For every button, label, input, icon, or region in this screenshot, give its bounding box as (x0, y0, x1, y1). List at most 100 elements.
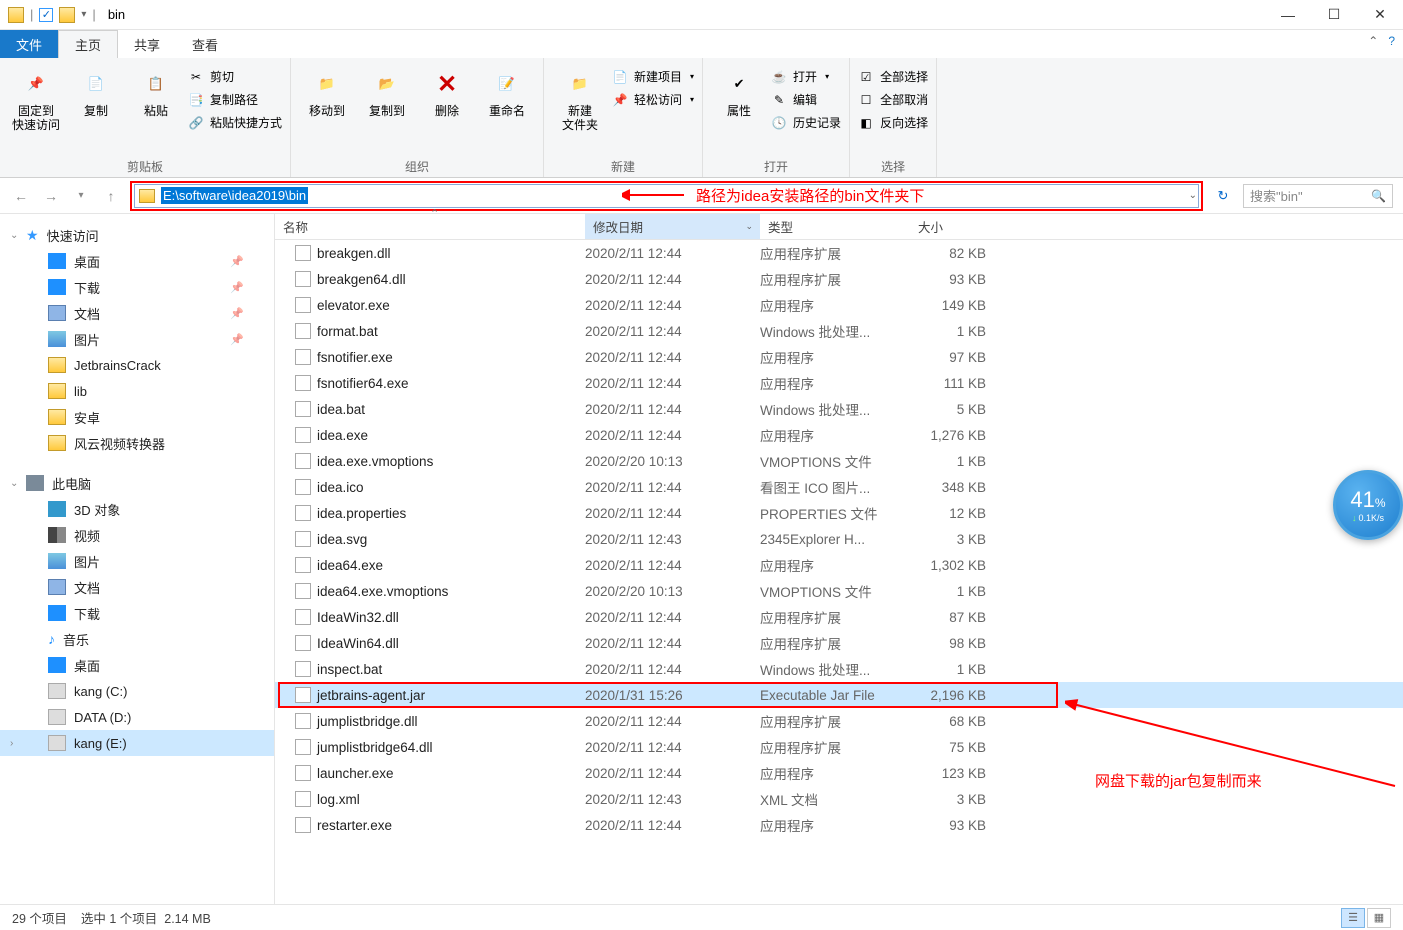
file-row[interactable]: breakgen64.dll2020/2/11 12:44应用程序扩展93 KB (275, 266, 1403, 292)
file-row[interactable]: jetbrains-agent.jar2020/1/31 15:26Execut… (275, 682, 1403, 708)
file-icon (295, 635, 311, 651)
file-row[interactable]: idea64.exe2020/2/11 12:44应用程序1,302 KB (275, 552, 1403, 578)
file-row[interactable]: breakgen.dll2020/2/11 12:44应用程序扩展82 KB (275, 240, 1403, 266)
select-all-button[interactable]: ☑全部选择 (858, 68, 928, 85)
sidebar-pictures2[interactable]: 图片 (0, 548, 274, 574)
open-button[interactable]: ☕打开▾ (771, 68, 841, 85)
qat-folder-icon[interactable] (59, 7, 75, 23)
file-row[interactable]: idea.exe.vmoptions2020/2/20 10:13VMOPTIO… (275, 448, 1403, 474)
file-name: idea.ico (317, 480, 364, 495)
sidebar-downloads2[interactable]: 下载 (0, 600, 274, 626)
file-row[interactable]: idea64.exe.vmoptions2020/2/20 10:13VMOPT… (275, 578, 1403, 604)
sidebar-drive-d[interactable]: DATA (D:) (0, 704, 274, 730)
file-row[interactable]: idea.properties2020/2/11 12:44PROPERTIES… (275, 500, 1403, 526)
sidebar-music[interactable]: ♪音乐 (0, 626, 274, 652)
tab-share[interactable]: 共享 (118, 30, 176, 58)
help-icon[interactable]: ? (1388, 34, 1395, 48)
sidebar-documents2[interactable]: 文档 (0, 574, 274, 600)
properties-button[interactable]: ✔属性 (711, 62, 767, 118)
column-date[interactable]: 修改日期⌄ (585, 214, 760, 239)
file-row[interactable]: idea.exe2020/2/11 12:44应用程序1,276 KB (275, 422, 1403, 448)
file-row[interactable]: elevator.exe2020/2/11 12:44应用程序149 KB (275, 292, 1403, 318)
file-row[interactable]: inspect.bat2020/2/11 12:44Windows 批处理...… (275, 656, 1403, 682)
sidebar-quick-access[interactable]: ⌄★快速访问 (0, 222, 274, 248)
sidebar-3d-objects[interactable]: 3D 对象 (0, 496, 274, 522)
copy-to-button[interactable]: 📂复制到 (359, 62, 415, 118)
tab-view[interactable]: 查看 (176, 30, 234, 58)
history-button[interactable]: 🕓历史记录 (771, 114, 841, 131)
new-item-button[interactable]: 📄新建项目▾ (612, 68, 694, 85)
paste-button[interactable]: 📋 粘贴 (128, 62, 184, 118)
sidebar-desktop2[interactable]: 桌面 (0, 652, 274, 678)
move-to-button[interactable]: 📁移动到 (299, 62, 355, 118)
sidebar-fengyun[interactable]: 风云视频转换器 (0, 430, 274, 456)
invert-selection-button[interactable]: ◧反向选择 (858, 114, 928, 131)
file-row[interactable]: idea.svg2020/2/11 12:432345Explorer H...… (275, 526, 1403, 552)
file-size: 1 KB (910, 454, 1000, 469)
select-none-button[interactable]: ☐全部取消 (858, 91, 928, 108)
file-row[interactable]: restarter.exe2020/2/11 12:44应用程序93 KB (275, 812, 1403, 838)
file-row[interactable]: IdeaWin64.dll2020/2/11 12:44应用程序扩展98 KB (275, 630, 1403, 656)
cut-button[interactable]: ✂剪切 (188, 68, 282, 85)
tab-file[interactable]: 文件 (0, 30, 58, 58)
recent-dropdown[interactable]: ▾ (70, 185, 92, 207)
sidebar-this-pc[interactable]: ⌄此电脑 (0, 470, 274, 496)
minimize-button[interactable]: — (1265, 0, 1311, 30)
sidebar-lib[interactable]: lib (0, 378, 274, 404)
forward-button[interactable]: → (40, 185, 62, 207)
file-row[interactable]: IdeaWin32.dll2020/2/11 12:44应用程序扩展87 KB (275, 604, 1403, 630)
view-details-button[interactable]: ☰ (1341, 908, 1365, 928)
sidebar-documents[interactable]: 文档 (0, 300, 274, 326)
file-row[interactable]: jumplistbridge64.dll2020/2/11 12:44应用程序扩… (275, 734, 1403, 760)
edit-button[interactable]: ✎编辑 (771, 91, 841, 108)
sidebar-pictures[interactable]: 图片 (0, 326, 274, 352)
file-type: 应用程序扩展 (760, 711, 910, 731)
ribbon-collapse-icon[interactable]: ⌃ (1368, 34, 1378, 48)
speed-widget[interactable]: 41% ↓0.1K/s (1333, 470, 1403, 540)
sidebar-downloads[interactable]: 下载 (0, 274, 274, 300)
file-row[interactable]: jumplistbridge.dll2020/2/11 12:44应用程序扩展6… (275, 708, 1403, 734)
refresh-button[interactable]: ↻ (1211, 184, 1235, 208)
paste-shortcut-button[interactable]: 🔗粘贴快捷方式 (188, 114, 282, 131)
qat-check-icon[interactable]: ✓ (39, 8, 53, 22)
easy-access-button[interactable]: 📌轻松访问▾ (612, 91, 694, 108)
file-rows[interactable]: 网盘下载的jar包复制而来 breakgen.dll2020/2/11 12:4… (275, 240, 1403, 904)
file-row[interactable]: idea.bat2020/2/11 12:44Windows 批处理...5 K… (275, 396, 1403, 422)
sidebar-desktop[interactable]: 桌面 (0, 248, 274, 274)
column-size[interactable]: 大小 (910, 214, 1000, 239)
qat-dropdown-icon[interactable]: ▾ (81, 9, 86, 20)
up-button[interactable]: ↑ (100, 185, 122, 207)
sidebar-videos[interactable]: 视频 (0, 522, 274, 548)
file-row[interactable]: idea.ico2020/2/11 12:44看图王 ICO 图片...348 … (275, 474, 1403, 500)
app-icon[interactable] (8, 7, 24, 23)
file-row[interactable]: format.bat2020/2/11 12:44Windows 批处理...1… (275, 318, 1403, 344)
copy-button[interactable]: 📄 复制 (68, 62, 124, 118)
delete-button[interactable]: ✕删除 (419, 62, 475, 118)
column-type[interactable]: 类型 (760, 214, 910, 239)
address-dropdown-icon[interactable]: ⌄ (1189, 190, 1197, 201)
new-folder-button[interactable]: 📁新建 文件夹 (552, 62, 608, 132)
maximize-button[interactable]: ☐ (1311, 0, 1357, 30)
file-size: 93 KB (910, 818, 1000, 833)
copy-path-button[interactable]: 📑复制路径 (188, 91, 282, 108)
pin-to-quick-access-button[interactable]: 📌 固定到 快速访问 (8, 62, 64, 132)
document-icon (48, 305, 66, 321)
close-button[interactable]: ✕ (1357, 0, 1403, 30)
back-button[interactable]: ← (10, 185, 32, 207)
sidebar[interactable]: ⌄★快速访问 桌面 下载 文档 图片 JetbrainsCrack lib 安卓… (0, 214, 275, 904)
file-row[interactable]: fsnotifier64.exe2020/2/11 12:44应用程序111 K… (275, 370, 1403, 396)
view-icons-button[interactable]: ▦ (1367, 908, 1391, 928)
address-path[interactable]: E:\software\idea2019\bin (161, 187, 308, 204)
file-row[interactable]: fsnotifier.exe2020/2/11 12:44应用程序97 KB (275, 344, 1403, 370)
sidebar-drive-c[interactable]: kang (C:) (0, 678, 274, 704)
search-input[interactable]: 搜索"bin" 🔍 (1243, 184, 1393, 208)
sidebar-jetbrains[interactable]: JetbrainsCrack (0, 352, 274, 378)
sidebar-drive-e[interactable]: ›kang (E:) (0, 730, 274, 756)
file-size: 348 KB (910, 480, 1000, 495)
sidebar-anzhuo[interactable]: 安卓 (0, 404, 274, 430)
rename-button[interactable]: 📝重命名 (479, 62, 535, 118)
ribbon-tabs: 文件 主页 共享 查看 ⌃ ? (0, 30, 1403, 58)
tab-home[interactable]: 主页 (58, 30, 118, 58)
file-size: 1,302 KB (910, 558, 1000, 573)
folder-icon (48, 435, 66, 451)
